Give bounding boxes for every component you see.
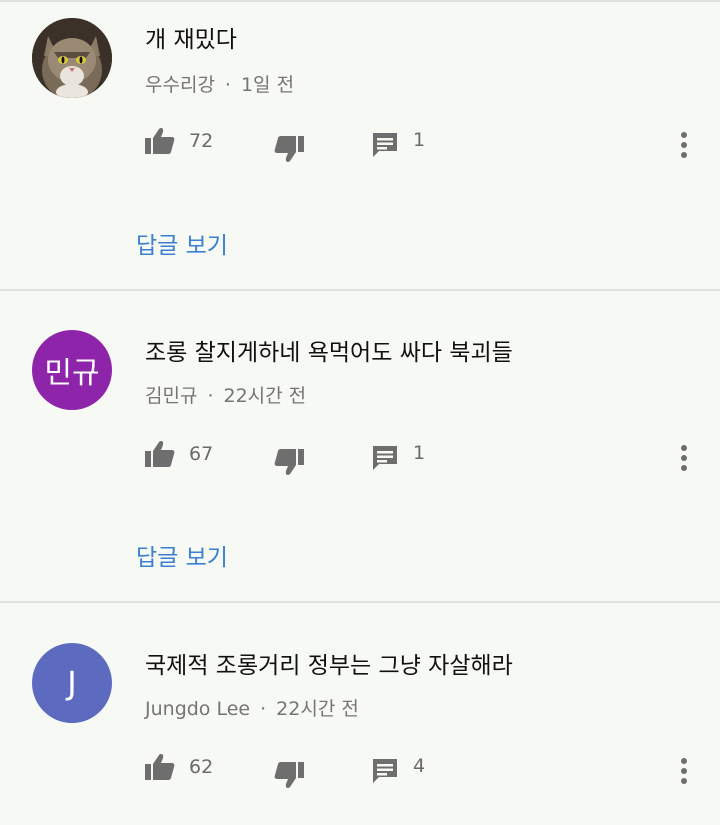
cat-photo-icon <box>32 18 112 98</box>
avatar-text: J <box>67 664 77 702</box>
author-name[interactable]: 우수리강 <box>145 74 215 96</box>
thumbs-down-icon <box>274 762 304 788</box>
avatar-initials[interactable]: J <box>32 643 112 723</box>
reply-count: 4 <box>413 755 426 777</box>
meta-separator: · <box>224 74 231 96</box>
comment-icon <box>373 446 397 470</box>
timestamp: 1일 전 <box>240 74 295 96</box>
comment-icon <box>373 759 397 783</box>
thumbs-up-icon <box>145 128 175 154</box>
reply-button[interactable]: 1 <box>371 442 426 472</box>
dislike-button[interactable] <box>274 448 304 476</box>
more-vert-icon[interactable] <box>676 755 692 789</box>
action-bar: 72 1 <box>0 123 720 163</box>
meta-separator: · <box>260 698 267 720</box>
like-button[interactable]: 72 <box>145 127 213 155</box>
thumbs-up-icon <box>145 754 175 780</box>
like-count: 72 <box>189 130 214 152</box>
comment-1: 개 재밌다 우수리강 · 1일 전 72 1 답글 보기 <box>0 0 720 290</box>
comment-text: 조롱 찰지게하네 욕먹어도 싸다 북괴들 <box>145 340 513 366</box>
view-replies-link[interactable]: 답글 보기 <box>136 538 228 572</box>
more-vert-icon[interactable] <box>676 442 692 476</box>
comment-3: J 국제적 조롱거리 정부는 그냥 자살해라 Jungdo Lee · 22시간 전… <box>0 603 720 825</box>
author-name[interactable]: 김민규 <box>145 385 197 407</box>
comment-meta: Jungdo Lee · 22시간 전 <box>145 694 359 721</box>
thumbs-up-icon <box>145 441 175 467</box>
dislike-button[interactable] <box>274 135 304 163</box>
comment-2: 민규 조롱 찰지게하네 욕먹어도 싸다 북괴들 김민규 · 22시간 전 67 <box>0 291 720 602</box>
dislike-button[interactable] <box>274 761 304 789</box>
comment-icon <box>373 133 397 157</box>
timestamp: 22시간 전 <box>223 385 307 407</box>
avatar-cat-photo[interactable] <box>32 18 112 98</box>
comment-meta: 김민규 · 22시간 전 <box>145 381 306 408</box>
reply-count: 1 <box>413 442 426 464</box>
view-replies-link[interactable]: 답글 보기 <box>136 226 228 260</box>
action-bar: 67 1 <box>0 436 720 476</box>
like-count: 67 <box>189 443 214 465</box>
thumbs-down-icon <box>274 449 304 475</box>
comment-text: 국제적 조롱거리 정부는 그냥 자살해라 <box>145 653 513 679</box>
comment-meta: 우수리강 · 1일 전 <box>145 70 294 97</box>
action-bar: 62 4 <box>0 749 720 789</box>
thumbs-down-icon <box>274 136 304 162</box>
more-vert-icon[interactable] <box>676 129 692 163</box>
like-button[interactable]: 67 <box>145 440 213 468</box>
like-button[interactable]: 62 <box>145 753 213 781</box>
reply-button[interactable]: 4 <box>371 755 426 785</box>
timestamp: 22시간 전 <box>276 698 359 720</box>
like-count: 62 <box>189 756 214 778</box>
comment-text: 개 재밌다 <box>145 27 237 53</box>
meta-separator: · <box>207 385 214 407</box>
reply-button[interactable]: 1 <box>371 129 426 159</box>
reply-count: 1 <box>413 129 426 151</box>
avatar-initials[interactable]: 민규 <box>32 330 112 410</box>
avatar-text: 민규 <box>44 356 100 391</box>
author-name[interactable]: Jungdo Lee <box>145 698 250 720</box>
